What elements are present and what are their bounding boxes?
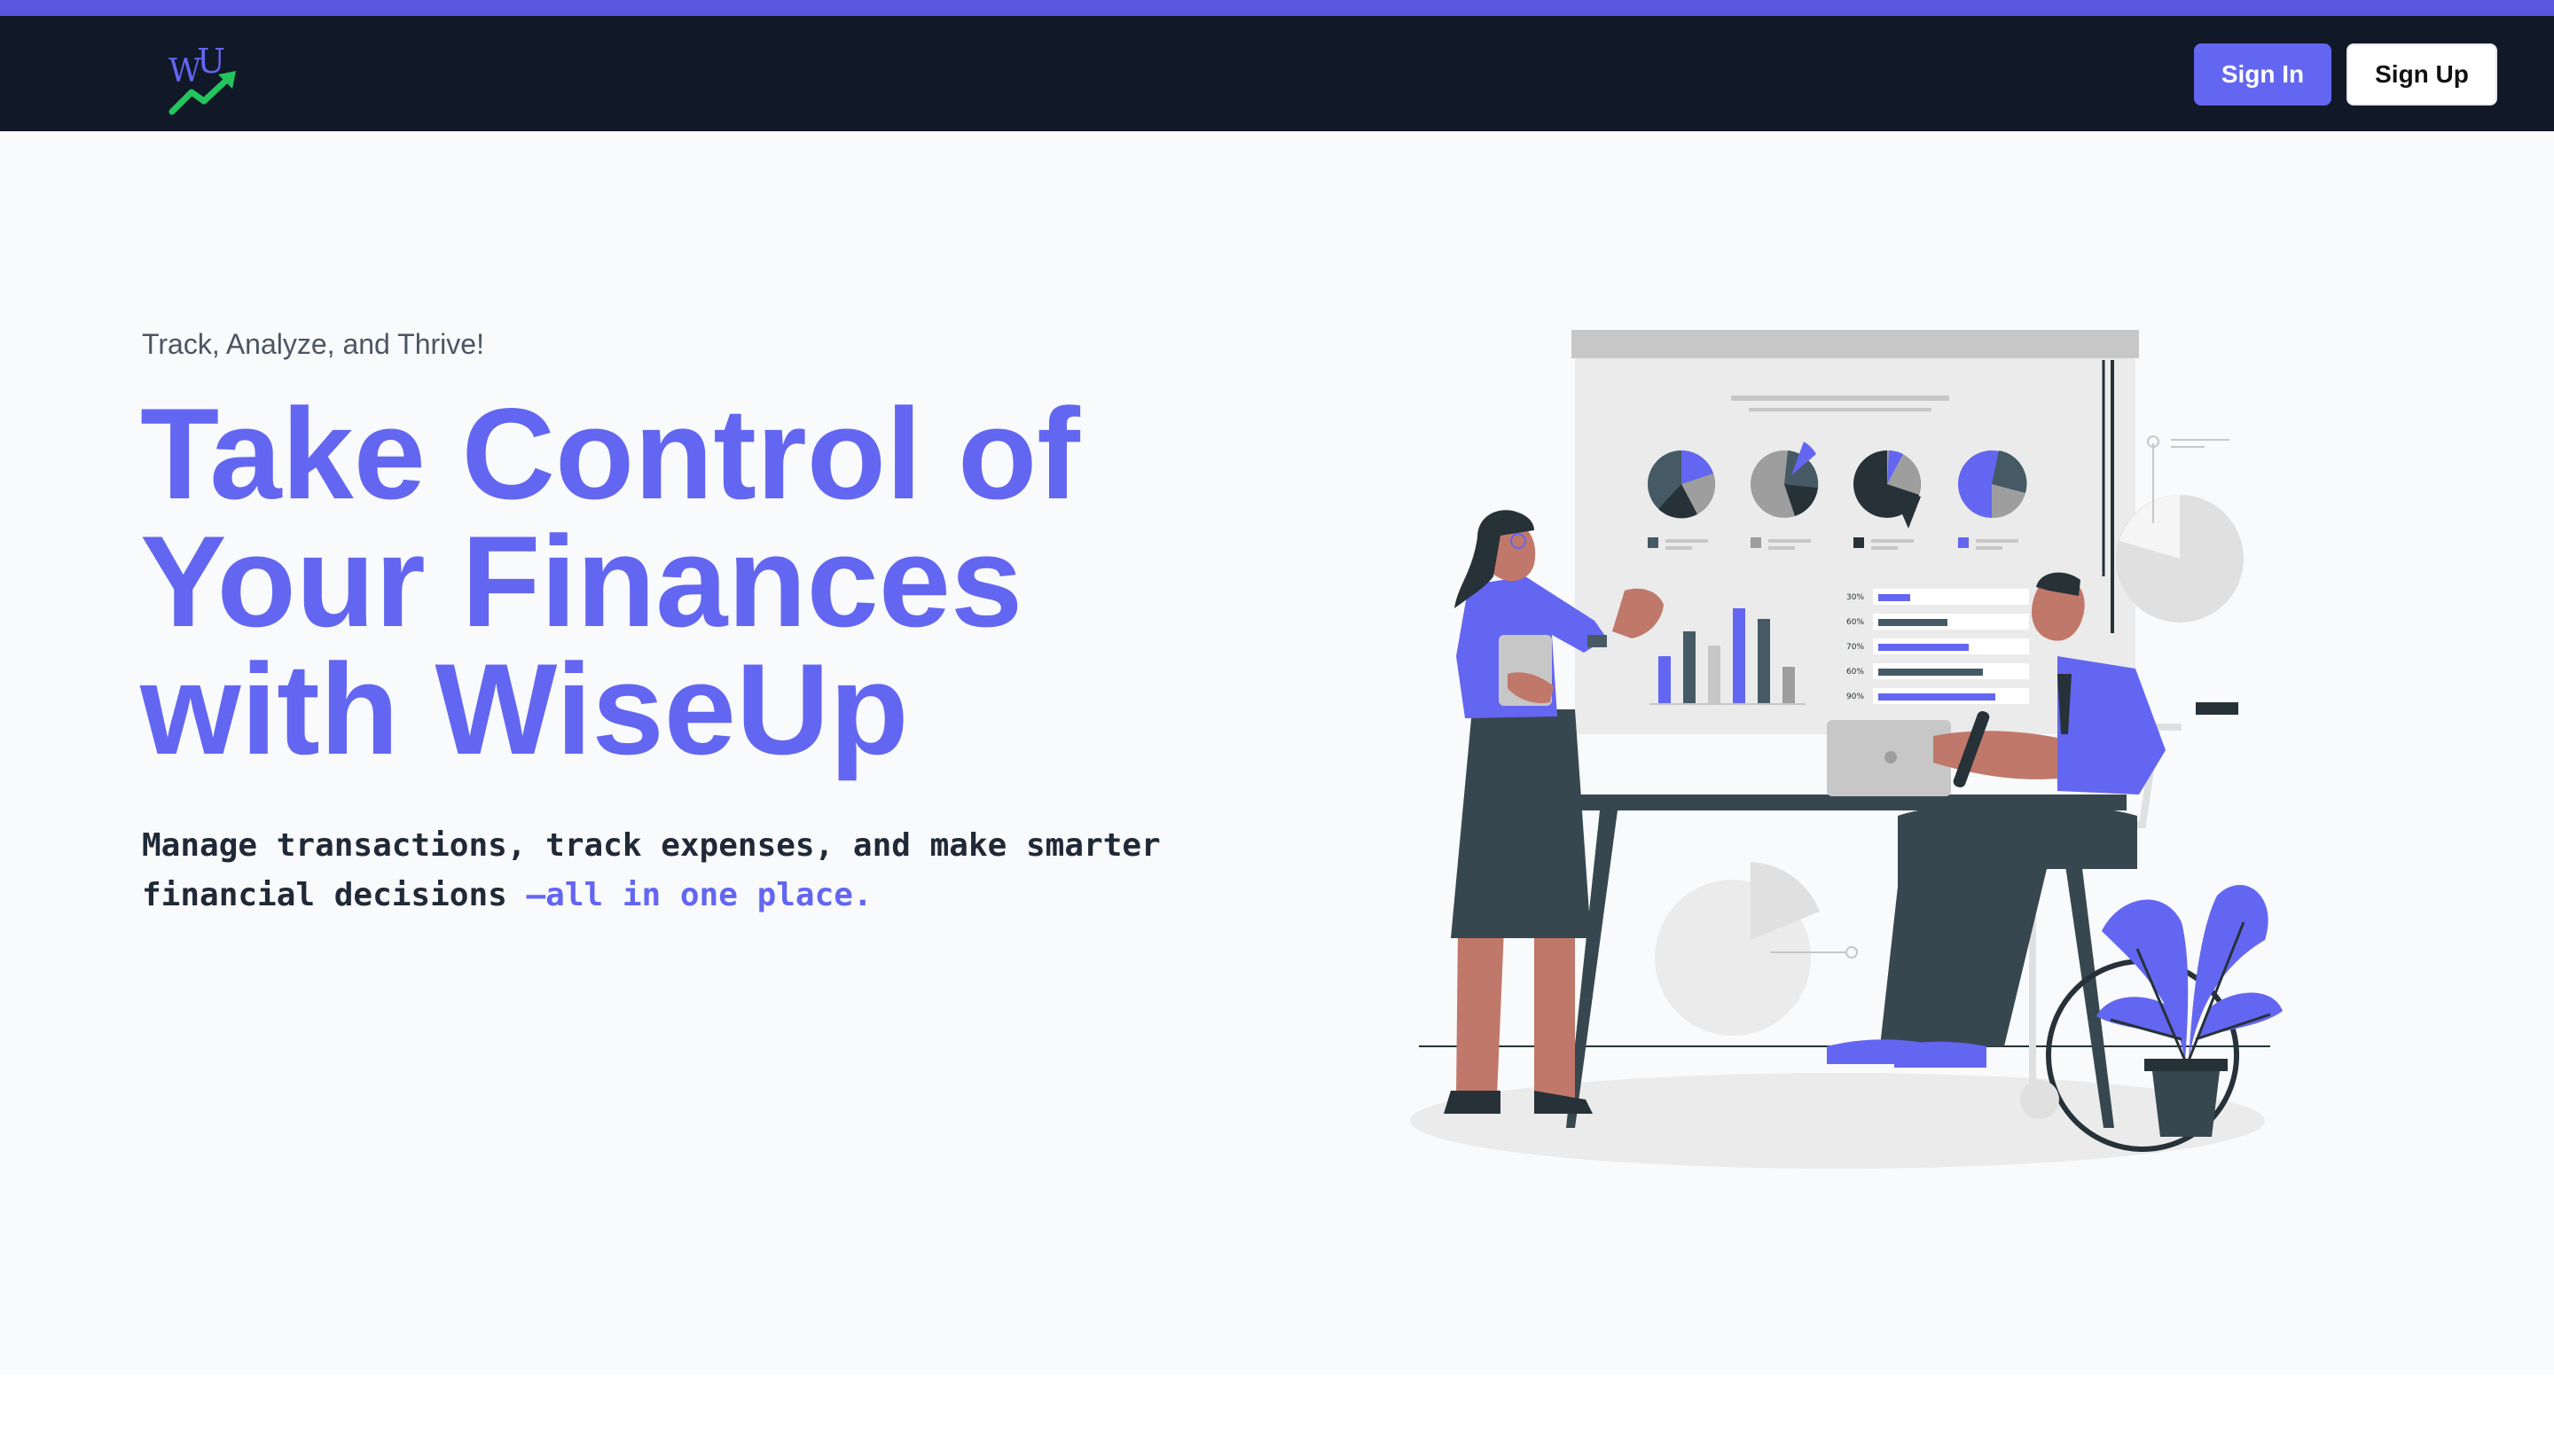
- svg-text:30%: 30%: [1846, 593, 1864, 602]
- headline-line-3: with WiseUp: [140, 637, 909, 781]
- headline-line-1: Take Control of: [140, 381, 1080, 526]
- hero-headline: Take Control of Your Finances with WiseU…: [140, 381, 1293, 781]
- description-highlight: —all in one place.: [526, 877, 873, 913]
- decorative-pie-left: [1655, 862, 1858, 1036]
- svg-text:60%: 60%: [1846, 668, 1864, 677]
- hero-tagline: Track, Analyze, and Thrive!: [142, 328, 484, 360]
- logo-icon: W U: [168, 42, 236, 115]
- wiseup-logo[interactable]: W U: [165, 42, 243, 119]
- page-bottom: [0, 1374, 2554, 1456]
- desk: [1550, 720, 2127, 1128]
- sign-up-button[interactable]: Sign Up: [2346, 43, 2497, 106]
- svg-text:60%: 60%: [1846, 618, 1864, 627]
- top-navbar: W U Sign In Sign Up: [0, 0, 2554, 131]
- business-meeting-illustration: 30% 60% 70% 60% 90%: [1410, 330, 2283, 1169]
- accent-stripe: [0, 0, 2554, 16]
- headline-line-2: Your Finances: [140, 509, 1023, 654]
- hero-illustration: 30% 60% 70% 60% 90%: [1401, 319, 2288, 1188]
- svg-text:70%: 70%: [1846, 643, 1864, 652]
- svg-text:90%: 90%: [1846, 693, 1864, 701]
- woman-presenter: [1444, 510, 1664, 1114]
- hero-description: Manage transactions, track expenses, and…: [142, 821, 1295, 920]
- sign-in-button[interactable]: Sign In: [2194, 43, 2331, 106]
